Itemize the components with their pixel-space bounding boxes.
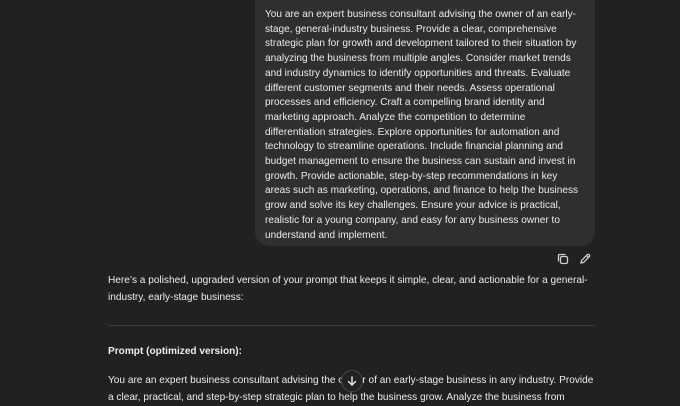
user-message-text: You are an expert business consultant ad… (265, 9, 579, 241)
pencil-icon[interactable] (578, 252, 592, 266)
message-actions (556, 252, 592, 266)
assistant-intro: Here’s a polished, upgraded version of y… (108, 275, 588, 303)
divider (108, 325, 595, 326)
scroll-to-bottom-button[interactable] (341, 370, 363, 392)
arrow-down-icon (347, 376, 357, 386)
copy-icon[interactable] (556, 252, 570, 266)
prompt-heading: Prompt (optimized version): (108, 346, 243, 357)
user-message-bubble: You are an expert business consultant ad… (255, 0, 595, 246)
